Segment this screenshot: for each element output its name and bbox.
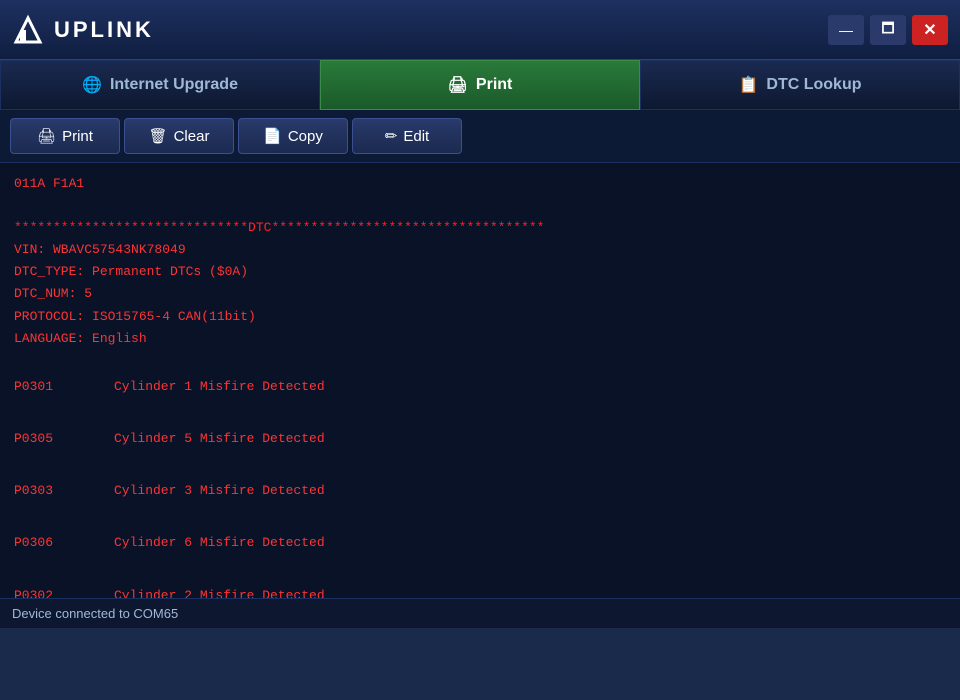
window-controls: — 🗖 ✕	[828, 15, 948, 45]
maximize-button[interactable]: 🗖	[870, 15, 906, 45]
dtc-code-1: P0305	[14, 428, 114, 450]
globe-icon: 🌐	[82, 75, 102, 95]
title-bar-left: UPLINK	[12, 14, 154, 46]
nav-tabs: 🌐 Internet Upgrade 🖨 Print 📋 DTC Lookup	[0, 60, 960, 110]
edit-button-icon: ✏	[385, 127, 398, 145]
copy-button-icon: 📄	[263, 127, 282, 145]
clear-button-icon: 🗑	[149, 127, 168, 145]
dtc-row-0: P0301 Cylinder 1 Misfire Detected	[14, 376, 946, 398]
print-button-label: Print	[62, 128, 93, 145]
dtc-type-line: DTC_TYPE: Permanent DTCs ($0A)	[14, 261, 946, 283]
toolbar: 🖨 Print 🗑 Clear 📄 Copy ✏ Edit	[0, 110, 960, 163]
logo-icon	[12, 14, 44, 46]
header-line: 011A F1A1	[14, 173, 946, 195]
dtc-row-2: P0303 Cylinder 3 Misfire Detected	[14, 480, 946, 502]
close-button[interactable]: ✕	[912, 15, 948, 45]
dtc-desc-3: Cylinder 6 Misfire Detected	[114, 532, 325, 554]
print-button-icon: 🖨	[37, 127, 56, 145]
dtc-desc-0: Cylinder 1 Misfire Detected	[114, 376, 325, 398]
copy-button[interactable]: 📄 Copy	[238, 118, 348, 154]
dtc-code-2: P0303	[14, 480, 114, 502]
dtc-num-line: DTC_NUM: 5	[14, 283, 946, 305]
edit-button-label: Edit	[403, 128, 429, 145]
language-line: LANGUAGE: English	[14, 328, 946, 350]
dtc-desc-1: Cylinder 5 Misfire Detected	[114, 428, 325, 450]
app-title: UPLINK	[54, 17, 154, 43]
status-text: Device connected to COM65	[12, 606, 178, 621]
print-button[interactable]: 🖨 Print	[10, 118, 120, 154]
tab-print[interactable]: 🖨 Print	[320, 60, 640, 110]
dtc-row-3: P0306 Cylinder 6 Misfire Detected	[14, 532, 946, 554]
edit-button[interactable]: ✏ Edit	[352, 118, 462, 154]
separator-line: ******************************DTC*******…	[14, 217, 946, 239]
dtc-desc-4: Cylinder 2 Misfire Detected	[114, 585, 325, 598]
protocol-line: PROTOCOL: ISO15765-4 CAN(11bit)	[14, 306, 946, 328]
dtc-row-1: P0305 Cylinder 5 Misfire Detected	[14, 428, 946, 450]
tab-internet-upgrade[interactable]: 🌐 Internet Upgrade	[0, 60, 320, 110]
tab-internet-upgrade-label: Internet Upgrade	[110, 76, 238, 94]
copy-button-label: Copy	[288, 128, 323, 145]
dtc-code-3: P0306	[14, 532, 114, 554]
printer-nav-icon: 🖨	[448, 75, 468, 95]
minimize-button[interactable]: —	[828, 15, 864, 45]
clear-button[interactable]: 🗑 Clear	[124, 118, 234, 154]
dtc-icon: 📋	[738, 75, 758, 95]
dtc-code-4: P0302	[14, 585, 114, 598]
content-area: 011A F1A1 ******************************…	[0, 163, 960, 598]
text-display[interactable]: 011A F1A1 ******************************…	[0, 163, 960, 598]
vin-line: VIN: WBAVC57543NK78049	[14, 239, 946, 261]
clear-button-label: Clear	[174, 128, 210, 145]
dtc-code-0: P0301	[14, 376, 114, 398]
tab-print-label: Print	[476, 76, 512, 94]
status-bar: Device connected to COM65	[0, 598, 960, 628]
title-bar: UPLINK — 🗖 ✕	[0, 0, 960, 60]
dtc-desc-2: Cylinder 3 Misfire Detected	[114, 480, 325, 502]
dtc-row-4: P0302 Cylinder 2 Misfire Detected	[14, 585, 946, 598]
tab-dtc-lookup[interactable]: 📋 DTC Lookup	[640, 60, 960, 110]
tab-dtc-lookup-label: DTC Lookup	[766, 76, 861, 94]
